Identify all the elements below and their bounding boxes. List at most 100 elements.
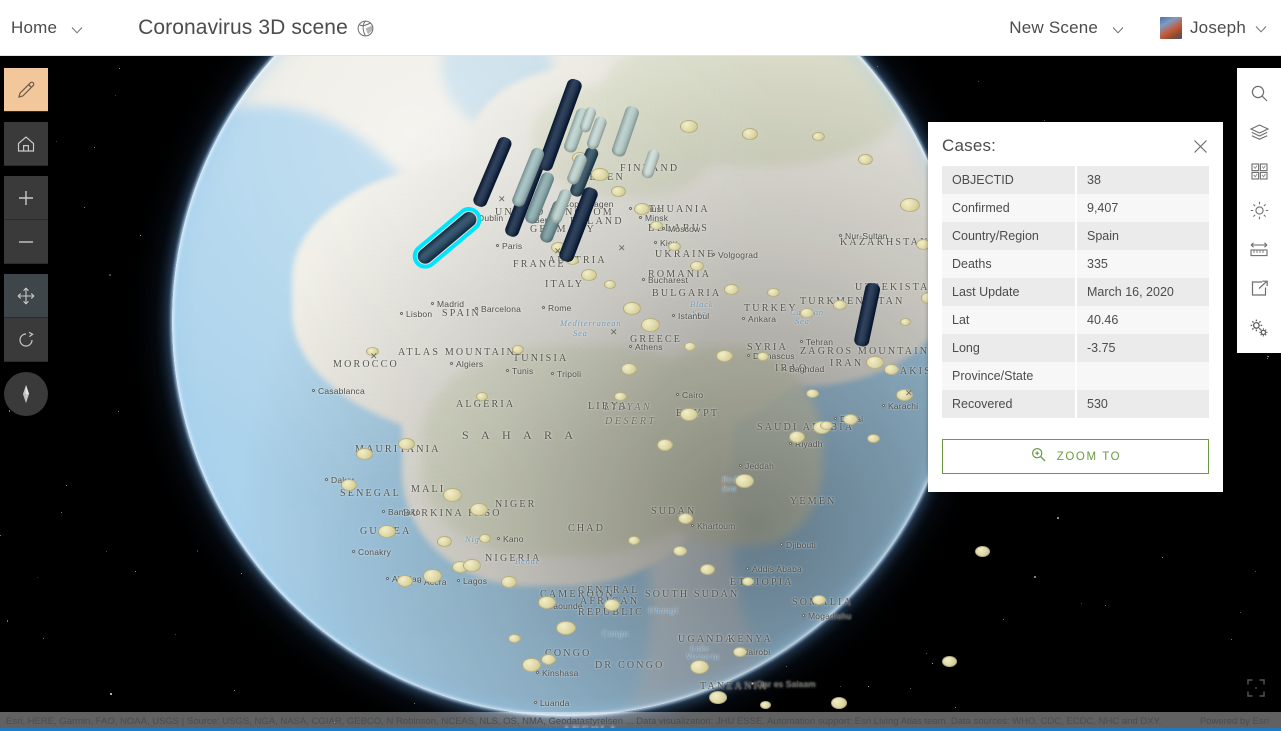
plus-icon — [19, 190, 33, 205]
home-menu[interactable]: Home — [11, 18, 83, 38]
star — [117, 411, 119, 413]
star — [1080, 603, 1082, 605]
header-left-group: Home Coronavirus 3D scene — [0, 16, 374, 40]
globe-icon — [357, 20, 374, 42]
user-name-label: Joseph — [1189, 17, 1246, 37]
new-scene-label: New Scene — [1009, 17, 1099, 37]
star — [37, 577, 39, 579]
star — [109, 274, 112, 276]
star — [0, 534, 2, 536]
daylight-tool[interactable] — [1237, 191, 1281, 230]
chevron-down-icon — [1255, 25, 1267, 33]
table-row: Confirmed 9,407 — [942, 194, 1209, 222]
pencil-icon — [18, 81, 35, 98]
star — [61, 512, 63, 514]
table-row: Province/State — [942, 362, 1209, 390]
fullscreen-icon — [1247, 679, 1265, 697]
attribute-value: Spain — [1075, 222, 1209, 250]
chevron-down-icon — [71, 26, 83, 34]
table-row: Recovered 530 — [942, 390, 1209, 418]
share-tool[interactable] — [1237, 269, 1281, 308]
powered-by-label: Powered by Esri — [1199, 716, 1269, 727]
attribute-value: 38 — [1075, 166, 1209, 194]
ruler-icon — [1249, 242, 1268, 257]
table-row: Lat 40.46 — [942, 306, 1209, 334]
zoom-to-label: ZOOM TO — [1056, 450, 1122, 463]
star — [234, 690, 236, 692]
attribute-label: Recovered — [942, 390, 1076, 418]
attribute-label: Country/Region — [942, 222, 1076, 250]
zoom-to-button[interactable]: ZOOM TO — [942, 439, 1209, 474]
new-scene-menu[interactable]: New Scene — [1009, 18, 1124, 38]
attribute-label: Confirmed — [942, 194, 1076, 222]
scene-title: Coronavirus 3D scene — [138, 15, 348, 39]
attribute-value: March 16, 2020 — [1075, 278, 1209, 306]
home-label: Home — [11, 17, 58, 37]
attribute-value: 335 — [1075, 250, 1209, 278]
user-menu[interactable]: Joseph — [1159, 16, 1267, 39]
close-icon[interactable] — [1192, 138, 1209, 155]
settings-tool[interactable] — [1237, 308, 1281, 347]
layers-icon — [1249, 124, 1269, 140]
search-icon — [1251, 85, 1267, 102]
star — [1240, 611, 1242, 613]
rotate-tool[interactable] — [4, 318, 48, 362]
popup-header: Cases: — [928, 122, 1223, 166]
star — [135, 570, 137, 572]
measure-tool[interactable] — [1237, 230, 1281, 269]
attribute-value: 9,407 — [1075, 194, 1209, 222]
feature-popup[interactable]: Cases: OBJECTID 38 Confirmed 9,407 Country/R… — [928, 122, 1223, 492]
basemap-grid-icon — [1250, 163, 1268, 180]
attribute-table: OBJECTID 38 Confirmed 9,407 Country/Region Sp… — [942, 166, 1209, 418]
star — [66, 484, 68, 486]
app-header: Home Coronavirus 3D scene New Scene Jose… — [0, 0, 1281, 56]
rotate-icon — [19, 331, 34, 347]
sketch-tool[interactable] — [4, 68, 48, 112]
attribute-value — [1075, 362, 1209, 390]
attribute-label: Deaths — [942, 250, 1076, 278]
attribute-label: Province/State — [942, 362, 1076, 390]
home-tool[interactable] — [4, 122, 48, 166]
attribute-value: -3.75 — [1075, 334, 1209, 362]
compass-tool[interactable] — [4, 372, 48, 416]
star — [42, 637, 44, 639]
star — [1267, 355, 1269, 358]
avatar — [1159, 16, 1182, 39]
attribute-label: Lat — [942, 306, 1076, 334]
zoom-out-tool[interactable] — [4, 220, 48, 264]
attribute-label: Last Update — [942, 278, 1076, 306]
table-row: Deaths 335 — [942, 250, 1209, 278]
navigation-toolbar — [4, 68, 48, 416]
pan-tool[interactable] — [4, 274, 48, 318]
star — [119, 67, 121, 69]
layers-tool[interactable] — [1237, 113, 1281, 152]
star — [105, 551, 107, 553]
scene-viewport[interactable]: MOROCCO ALGERIA TUNISIA LIBYA LIBYAN DESERT EG… — [0, 56, 1281, 731]
star — [1044, 119, 1046, 121]
compass-icon — [23, 385, 29, 403]
star — [1003, 618, 1005, 620]
globe-surface — [172, 56, 962, 716]
zoom-in-tool[interactable] — [4, 176, 48, 220]
basemap-tool[interactable] — [1237, 152, 1281, 191]
search-tool[interactable] — [1237, 74, 1281, 113]
globe-3d[interactable] — [172, 56, 962, 716]
star — [977, 81, 979, 83]
fullscreen-button[interactable] — [1239, 671, 1273, 705]
star — [110, 693, 112, 695]
chevron-down-icon — [1112, 26, 1124, 34]
attribute-value: 530 — [1075, 390, 1209, 418]
sun-icon — [1250, 201, 1268, 220]
star — [83, 207, 85, 209]
star — [1230, 639, 1232, 641]
minus-icon — [19, 240, 33, 243]
star — [6, 619, 9, 622]
gears-icon — [1250, 319, 1268, 336]
star — [1034, 575, 1037, 578]
star — [93, 147, 95, 149]
star — [1056, 517, 1059, 519]
move-icon — [17, 287, 35, 304]
header-right-group: New Scene Joseph — [1009, 16, 1281, 39]
attribute-value: 40.46 — [1075, 306, 1209, 334]
table-row: OBJECTID 38 — [942, 166, 1209, 194]
